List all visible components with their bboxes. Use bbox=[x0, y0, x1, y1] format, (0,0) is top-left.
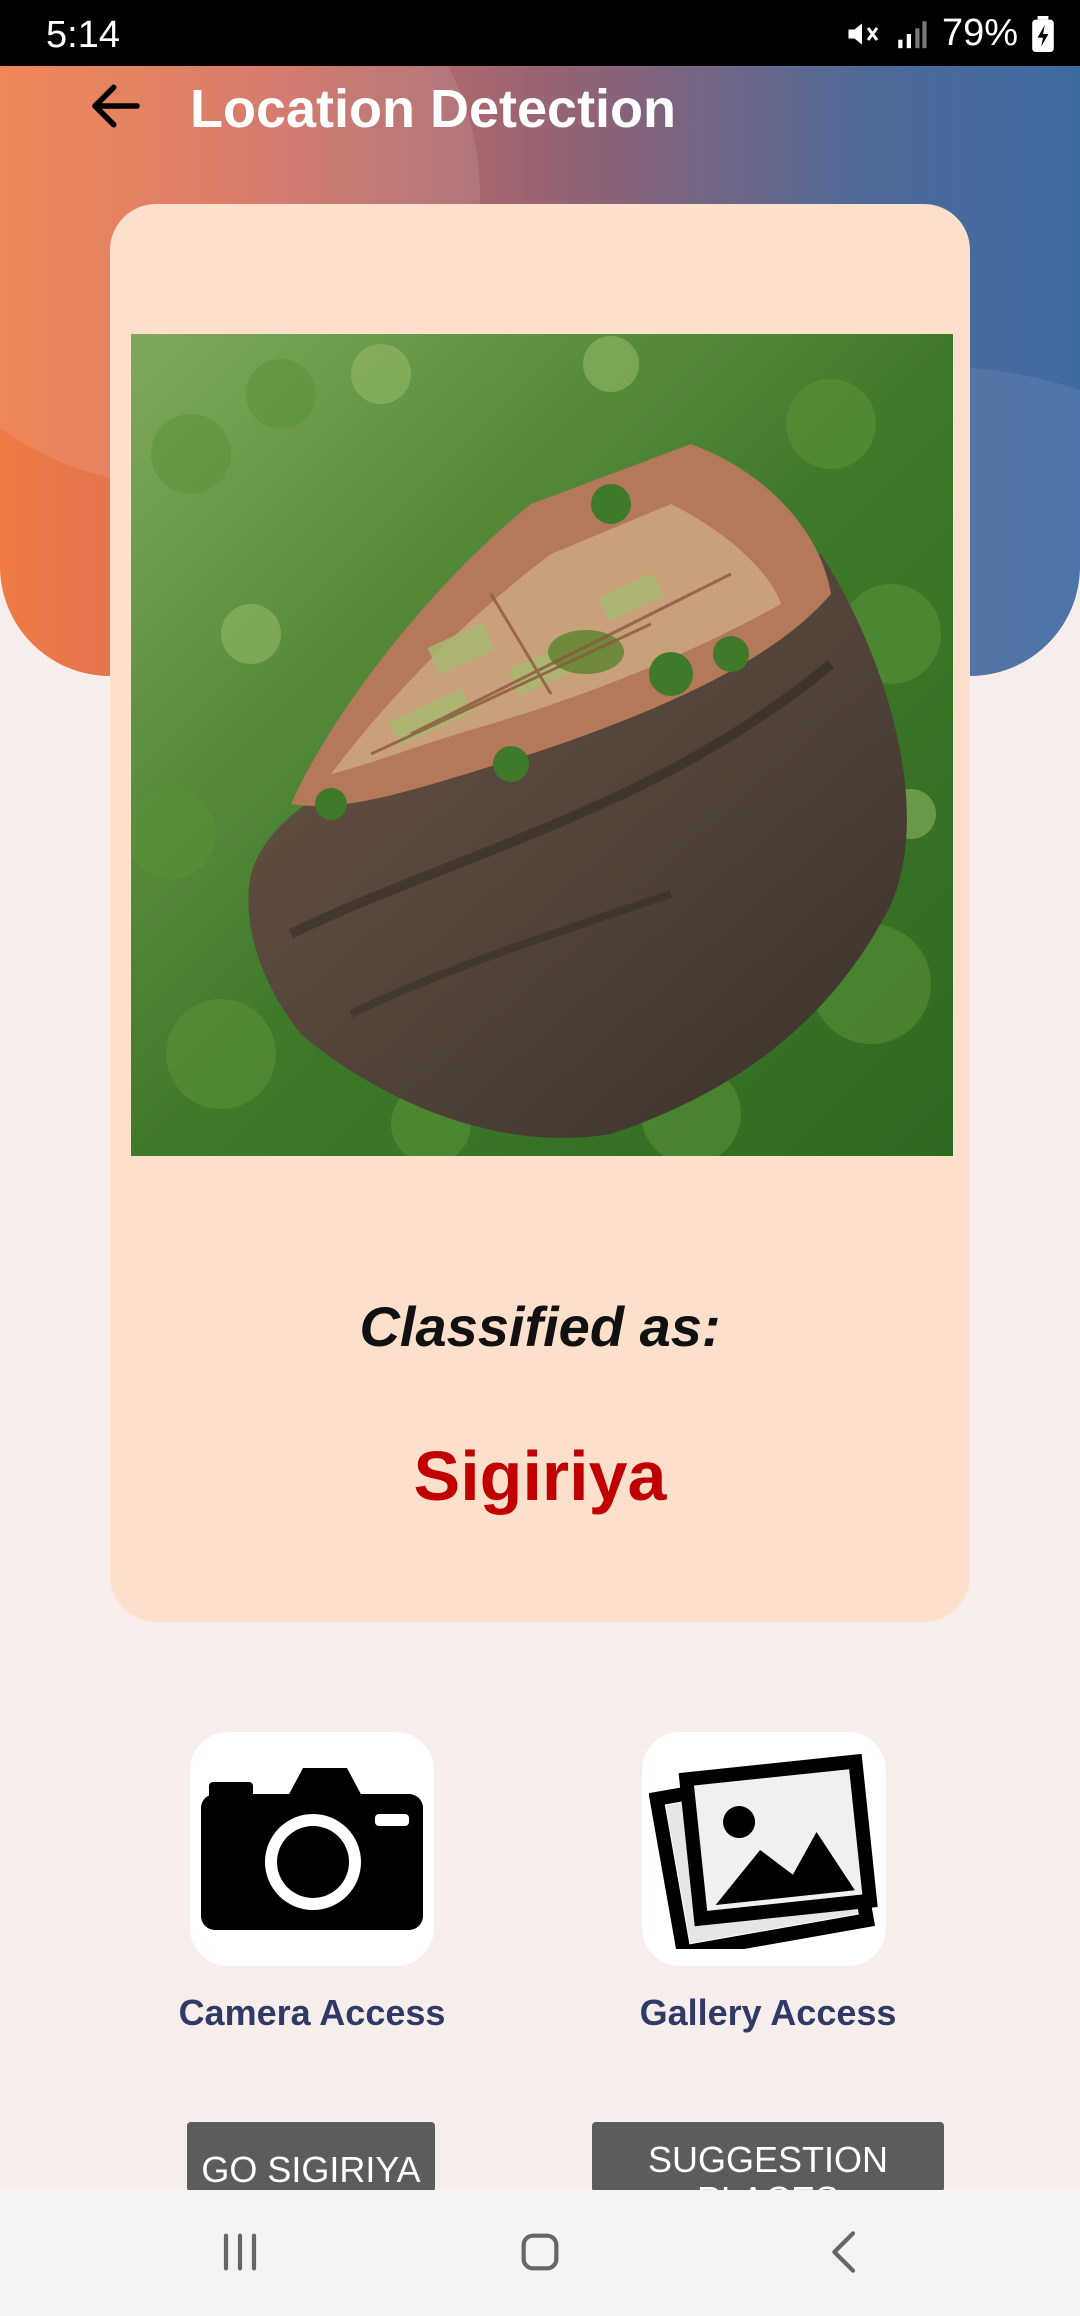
system-nav-bar bbox=[0, 2190, 1080, 2316]
gallery-access-button[interactable] bbox=[642, 1732, 886, 1966]
status-time: 5:14 bbox=[46, 14, 120, 56]
suggestion-places-button[interactable]: SUGGESTION PLACES bbox=[592, 2122, 944, 2192]
result-card: Classified as: Sigiriya bbox=[110, 204, 970, 1622]
back-arrow-icon[interactable] bbox=[86, 78, 146, 134]
system-back-icon[interactable] bbox=[818, 2224, 874, 2280]
gallery-icon bbox=[649, 1753, 878, 1949]
signal-icon bbox=[898, 20, 927, 48]
camera-access-button[interactable] bbox=[190, 1732, 434, 1966]
status-icons: 79% bbox=[844, 12, 1054, 55]
battery-icon bbox=[1032, 15, 1054, 52]
camera-access-label[interactable]: Camera Access bbox=[112, 1992, 512, 2034]
page-title: Location Detection bbox=[190, 79, 677, 139]
classification-result: Sigiriya bbox=[413, 1437, 667, 1515]
classified-label: Classified as: bbox=[359, 1295, 721, 1358]
battery-percent: 79% bbox=[941, 12, 1018, 54]
recent-apps-icon[interactable] bbox=[212, 2224, 268, 2280]
gallery-access-label[interactable]: Gallery Access bbox=[568, 1992, 968, 2034]
go-sigiriya-button[interactable]: GO SIGIRIYA bbox=[187, 2122, 435, 2192]
mute-icon bbox=[848, 23, 879, 44]
camera-icon bbox=[201, 1768, 423, 1930]
home-icon[interactable] bbox=[512, 2224, 568, 2280]
status-bar: 5:14 79% bbox=[0, 0, 1080, 66]
classified-photo bbox=[131, 334, 953, 1156]
